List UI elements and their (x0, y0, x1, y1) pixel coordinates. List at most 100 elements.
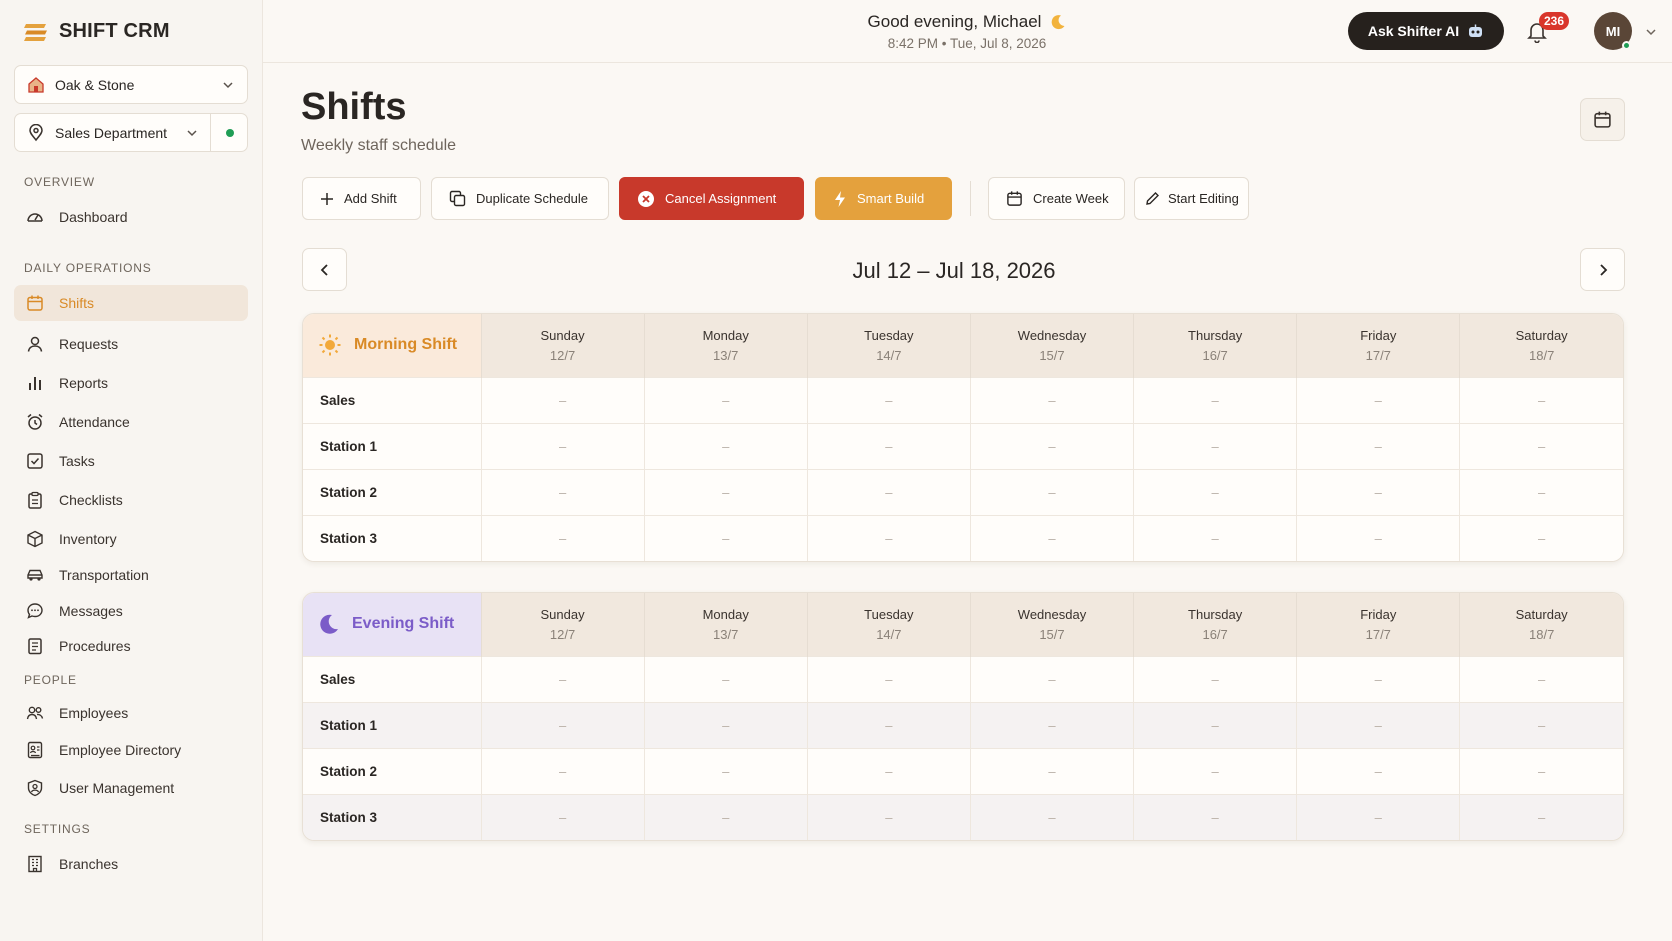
shift-cell[interactable]: – (643, 376, 808, 423)
calendar-view-button[interactable] (1580, 98, 1625, 141)
shift-cell[interactable]: – (969, 793, 1134, 840)
shift-cell[interactable]: – (1459, 655, 1623, 702)
shift-cell[interactable]: – (1296, 422, 1460, 469)
page-title: Shifts (301, 86, 407, 128)
smart-build-button[interactable]: Smart Build (815, 177, 952, 220)
shift-cell[interactable]: – (1296, 793, 1460, 840)
sidebar-item-branches[interactable]: Branches (14, 846, 248, 882)
shift-cell[interactable]: – (1133, 701, 1297, 748)
shift-cell[interactable]: – (480, 514, 645, 561)
greeting: Good evening, Michael 8:42 PM • Tue, Jul… (807, 12, 1127, 51)
sidebar-item-inventory[interactable]: Inventory (14, 521, 248, 557)
shift-cell[interactable]: – (1133, 514, 1297, 561)
day-header: Sunday 12/7 (480, 593, 645, 656)
sidebar-item-label: Employees (59, 705, 129, 721)
shift-cell[interactable]: – (969, 422, 1134, 469)
station-label: Station 2 (303, 468, 481, 515)
shift-cell[interactable]: – (1459, 747, 1623, 794)
day-header: Friday 17/7 (1296, 593, 1460, 656)
sidebar-item-transportation[interactable]: Transportation (14, 557, 248, 593)
shift-cell[interactable]: – (1459, 514, 1623, 561)
day-name: Sunday (540, 606, 585, 622)
cancel-assignment-button[interactable]: Cancel Assignment (619, 177, 804, 220)
sidebar-item-checklists[interactable]: Checklists (14, 482, 248, 518)
shift-cell[interactable]: – (643, 422, 808, 469)
shift-cell[interactable]: – (1133, 793, 1297, 840)
day-date: 17/7 (1365, 626, 1391, 642)
shift-cell[interactable]: – (1459, 701, 1623, 748)
shift-cell[interactable]: – (969, 514, 1134, 561)
shift-cell[interactable]: – (806, 514, 971, 561)
sidebar: SHIFT CRM Oak & Stone Sales Department O… (0, 0, 263, 941)
shift-cell[interactable]: – (1296, 747, 1460, 794)
shift-cell[interactable]: – (806, 655, 971, 702)
shift-cell[interactable]: – (480, 793, 645, 840)
shift-cell[interactable]: – (1459, 376, 1623, 423)
shift-cell[interactable]: – (643, 793, 808, 840)
shift-cell[interactable]: – (969, 468, 1134, 515)
shift-cell[interactable]: – (1296, 655, 1460, 702)
shift-cell[interactable]: – (643, 655, 808, 702)
shift-cell[interactable]: – (1133, 376, 1297, 423)
shift-cell[interactable]: – (643, 701, 808, 748)
sidebar-item-requests[interactable]: Requests (14, 326, 248, 362)
business-select[interactable]: Oak & Stone (14, 65, 248, 104)
sidebar-item-employees[interactable]: Employees (14, 695, 248, 731)
shift-cell[interactable]: – (1459, 422, 1623, 469)
shift-cell[interactable]: – (1296, 376, 1460, 423)
shift-cell[interactable]: – (480, 422, 645, 469)
shift-cell[interactable]: – (1459, 793, 1623, 840)
calendar-icon (26, 294, 44, 312)
shift-cell[interactable]: – (806, 793, 971, 840)
shift-cell[interactable]: – (480, 747, 645, 794)
bar-chart-icon (26, 374, 44, 392)
sidebar-item-attendance[interactable]: Attendance (14, 404, 248, 440)
sidebar-item-dashboard[interactable]: Dashboard (14, 199, 248, 235)
chevron-down-icon (185, 126, 199, 140)
add-shift-button[interactable]: Add Shift (302, 177, 421, 220)
department-select[interactable]: Sales Department (14, 113, 248, 152)
brand[interactable]: SHIFT CRM (24, 20, 170, 43)
create-week-button[interactable]: Create Week (988, 177, 1125, 220)
start-editing-button[interactable]: Start Editing (1134, 177, 1249, 220)
shift-cell[interactable]: – (643, 514, 808, 561)
shift-cell[interactable]: – (480, 468, 645, 515)
shift-cell[interactable]: – (1296, 701, 1460, 748)
ask-ai-button[interactable]: Ask Shifter AI (1348, 12, 1504, 50)
shift-cell[interactable]: – (969, 376, 1134, 423)
shift-cell[interactable]: – (1133, 468, 1297, 515)
shift-cell[interactable]: – (969, 655, 1134, 702)
store-icon (27, 76, 45, 94)
day-date: 13/7 (713, 347, 739, 363)
shift-cell[interactable]: – (806, 701, 971, 748)
shift-cell[interactable]: – (806, 468, 971, 515)
shift-cell[interactable]: – (643, 747, 808, 794)
sidebar-item-tasks[interactable]: Tasks (14, 443, 248, 479)
shift-cell[interactable]: – (1133, 747, 1297, 794)
sidebar-item-employee-directory[interactable]: Employee Directory (14, 732, 248, 768)
shift-cell[interactable]: – (643, 468, 808, 515)
next-week-button[interactable] (1580, 248, 1625, 291)
chevron-down-icon[interactable] (1645, 27, 1657, 37)
previous-week-button[interactable] (302, 248, 347, 291)
sidebar-item-messages[interactable]: Messages (14, 593, 248, 629)
sidebar-item-procedures[interactable]: Procedures (14, 628, 248, 664)
sidebar-item-shifts[interactable]: Shifts (14, 285, 248, 321)
shift-cell[interactable]: – (1133, 422, 1297, 469)
shift-cell[interactable]: – (480, 701, 645, 748)
shift-cell[interactable]: – (480, 376, 645, 423)
sidebar-item-user-management[interactable]: User Management (14, 770, 248, 806)
shift-cell[interactable]: – (806, 376, 971, 423)
shift-cell[interactable]: – (480, 655, 645, 702)
shift-cell[interactable]: – (1459, 468, 1623, 515)
shift-cell[interactable]: – (806, 422, 971, 469)
shift-cell[interactable]: – (806, 747, 971, 794)
shift-cell[interactable]: – (969, 747, 1134, 794)
day-date: 18/7 (1529, 626, 1555, 642)
shift-cell[interactable]: – (1296, 514, 1460, 561)
shift-cell[interactable]: – (969, 701, 1134, 748)
duplicate-schedule-button[interactable]: Duplicate Schedule (431, 177, 609, 220)
sidebar-item-reports[interactable]: Reports (14, 365, 248, 401)
shift-cell[interactable]: – (1296, 468, 1460, 515)
shift-cell[interactable]: – (1133, 655, 1297, 702)
